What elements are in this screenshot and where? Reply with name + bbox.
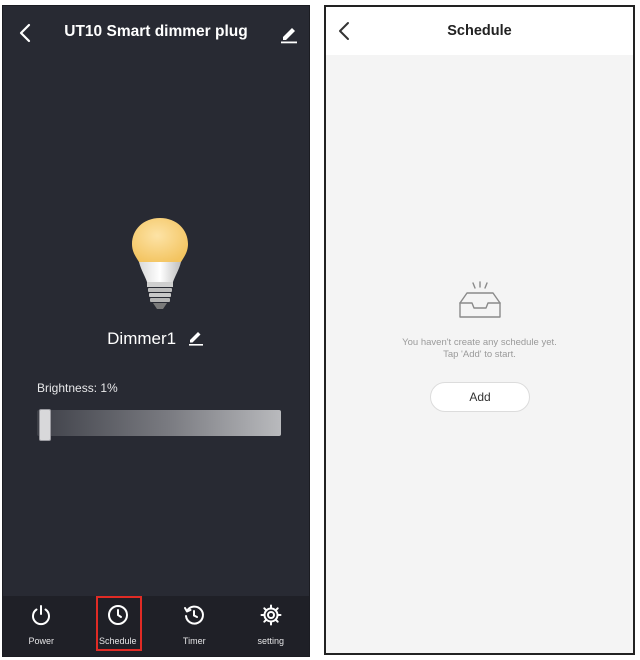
- page-title: UT10 Smart dimmer plug: [64, 23, 248, 40]
- nav-power[interactable]: Power: [3, 596, 80, 656]
- empty-state-message: You haven't create any schedule yet. Tap…: [326, 337, 633, 361]
- nav-power-label: Power: [28, 636, 54, 646]
- bulb-icon: [132, 218, 188, 309]
- schedule-screen: Schedule You haven't create any schedule…: [324, 5, 635, 655]
- bottom-nav: Power Schedule Timer setting: [3, 596, 309, 656]
- empty-tray-icon: [459, 281, 501, 318]
- nav-timer[interactable]: Timer: [156, 596, 233, 656]
- empty-line-2: Tap 'Add' to start.: [443, 349, 516, 360]
- back-icon[interactable]: [334, 20, 356, 42]
- rename-edit-icon[interactable]: [187, 328, 205, 346]
- nav-setting-label: setting: [257, 636, 285, 646]
- brightness-slider-thumb[interactable]: [39, 409, 51, 441]
- clock-icon: [107, 605, 128, 625]
- edit-icon[interactable]: [278, 22, 300, 44]
- nav-setting[interactable]: setting: [233, 596, 310, 656]
- empty-line-1: You haven't create any schedule yet.: [402, 337, 557, 348]
- nav-timer-label: Timer: [182, 636, 206, 646]
- brightness-slider[interactable]: [37, 409, 281, 441]
- add-schedule-button[interactable]: Add: [430, 382, 530, 412]
- device-name-row: Dimmer1: [3, 328, 309, 349]
- device-screen: UT10 Smart dimmer plug Dimmer1 Brightnes…: [2, 5, 310, 657]
- device-name: Dimmer1: [107, 329, 177, 348]
- header-bar: Schedule: [326, 7, 633, 55]
- gear-icon: [260, 604, 282, 626]
- timer-icon: [184, 605, 205, 625]
- power-icon: [32, 605, 51, 626]
- header-bar: UT10 Smart dimmer plug: [3, 6, 309, 60]
- nav-schedule-label: Schedule: [98, 636, 137, 646]
- back-icon[interactable]: [14, 21, 38, 45]
- brightness-label: Brightness: 1%: [37, 381, 118, 395]
- nav-schedule[interactable]: Schedule: [80, 596, 157, 656]
- page-title: Schedule: [447, 23, 512, 39]
